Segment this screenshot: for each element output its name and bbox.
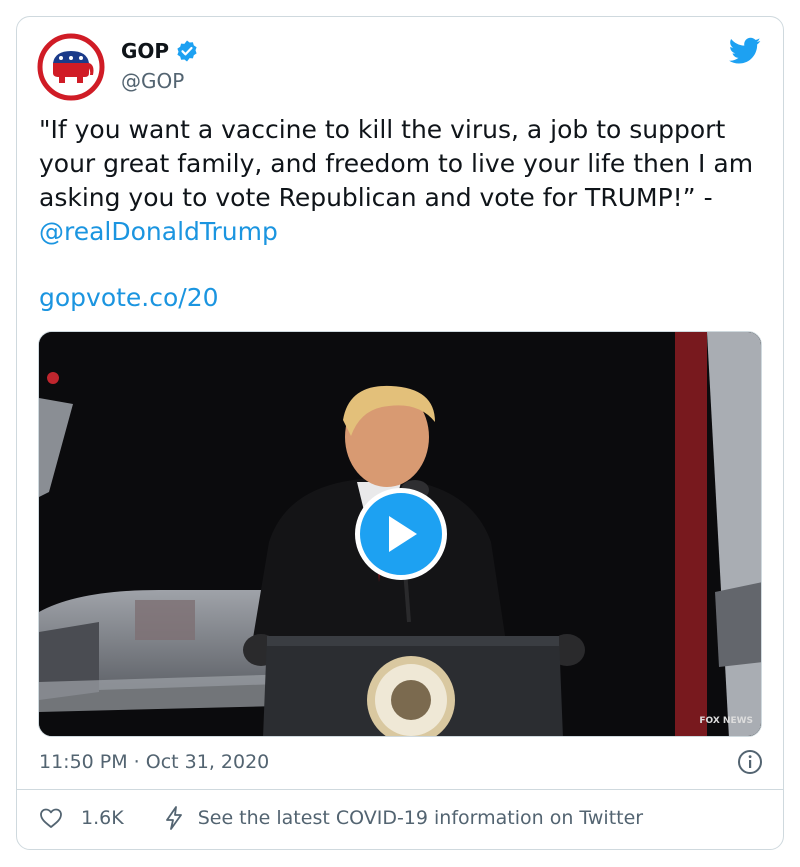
play-icon bbox=[389, 516, 417, 552]
avatar[interactable] bbox=[37, 33, 105, 101]
news-watermark: FOX NEWS bbox=[699, 716, 753, 726]
verified-badge-icon bbox=[177, 40, 197, 62]
tweet-link[interactable]: gopvote.co/20 bbox=[39, 283, 219, 312]
gop-elephant-logo-icon bbox=[37, 33, 105, 101]
display-name[interactable]: GOP bbox=[121, 39, 199, 63]
display-name-text[interactable]: GOP bbox=[121, 39, 169, 63]
play-button[interactable] bbox=[355, 488, 447, 580]
mention-link[interactable]: @realDonaldTrump bbox=[39, 217, 278, 246]
tweet-body: "If you want a vaccine to kill the virus… bbox=[39, 115, 762, 212]
tweet-card: GOP @GOP "If you want a vaccine to kill … bbox=[16, 16, 784, 850]
video-player[interactable]: FOX NEWS bbox=[38, 331, 762, 737]
twitter-bird-icon[interactable] bbox=[729, 37, 761, 65]
covid-info-link[interactable]: See the latest COVID-19 information on T… bbox=[198, 807, 643, 829]
tweet-footer: 1.6K See the latest COVID-19 information… bbox=[39, 803, 643, 833]
user-handle[interactable]: @GOP bbox=[121, 69, 184, 93]
lightning-bolt-icon bbox=[165, 806, 182, 830]
tweet-timestamp[interactable]: 11:50 PM · Oct 31, 2020 bbox=[39, 751, 269, 773]
info-icon[interactable] bbox=[737, 749, 763, 775]
tweet-text: "If you want a vaccine to kill the virus… bbox=[39, 113, 769, 249]
footer-divider bbox=[17, 789, 783, 790]
heart-icon[interactable] bbox=[39, 806, 63, 830]
like-count[interactable]: 1.6K bbox=[81, 807, 124, 829]
